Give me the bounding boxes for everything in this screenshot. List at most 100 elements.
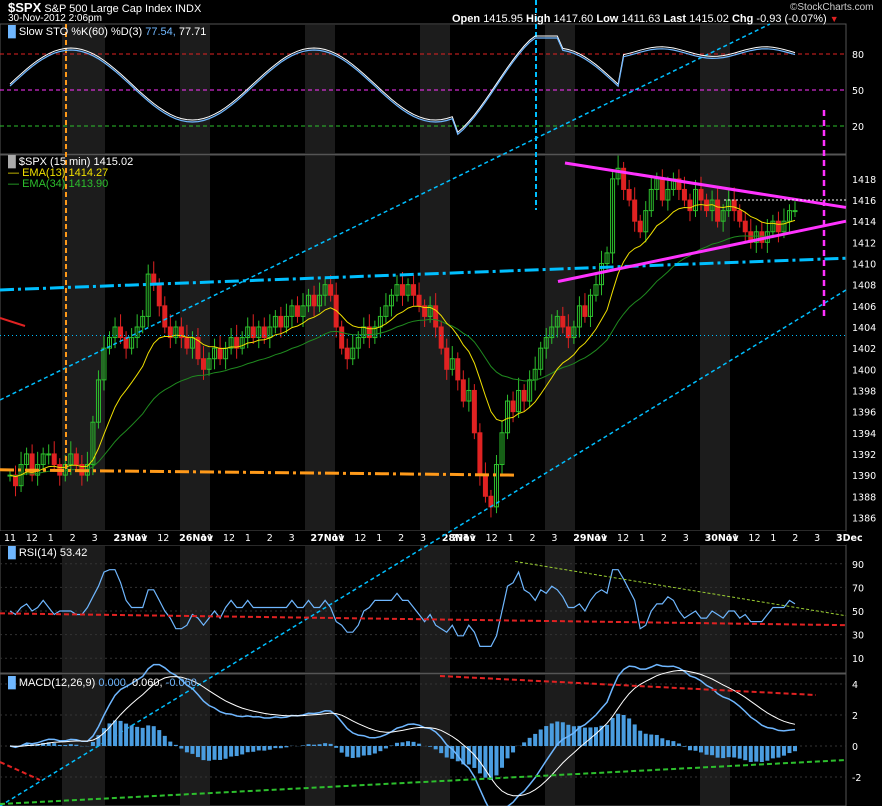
macd-hist-bar bbox=[367, 746, 372, 756]
candle-body bbox=[400, 284, 405, 296]
session-shade-macd bbox=[545, 675, 575, 805]
xaxis-label: 12 bbox=[486, 533, 498, 544]
macd-hist-bar bbox=[273, 746, 278, 749]
session-shade-stoch bbox=[62, 25, 105, 153]
macd-hist-bar bbox=[676, 743, 681, 746]
candle-body bbox=[46, 453, 52, 456]
macd-hist-bar bbox=[433, 746, 438, 750]
macd-hist-bar bbox=[500, 746, 505, 768]
candle-body bbox=[687, 199, 693, 212]
price-ytick: 1414 bbox=[852, 217, 876, 228]
session-shade-rsi bbox=[305, 546, 335, 672]
price-ytick: 1412 bbox=[852, 238, 876, 249]
price-ytick: 1392 bbox=[852, 450, 876, 461]
xaxis-label: 2 bbox=[70, 533, 76, 544]
xaxis-label: 12 bbox=[26, 533, 38, 544]
ema34-legend: — EMA(34) 1413.90 bbox=[8, 179, 133, 190]
rsi-level-label: 70 bbox=[852, 583, 864, 594]
macd-hist-bar bbox=[439, 746, 444, 754]
macd-level-label: 2 bbox=[852, 711, 858, 722]
session-shade-rsi bbox=[180, 546, 210, 672]
stoch-level-label: 50 bbox=[852, 86, 864, 97]
macd-hist-bar bbox=[406, 741, 411, 746]
candle-body bbox=[444, 347, 450, 370]
candle-body bbox=[294, 305, 300, 317]
macd-hist-bar bbox=[693, 746, 698, 751]
xaxis-label: 3Dec bbox=[836, 533, 863, 544]
macd-hist-bar bbox=[256, 746, 261, 751]
macd-hist-bar bbox=[428, 746, 433, 747]
stoch-legend: █ Slow STO %K(60) %D(3) 77.54, 77.71 bbox=[8, 26, 206, 38]
macd-hist-bar bbox=[538, 729, 543, 746]
macd-hist-bar bbox=[754, 746, 759, 762]
macd-label: MACD(12,26,9) bbox=[18, 677, 96, 689]
candle-body bbox=[200, 358, 206, 370]
macd-hist-bar bbox=[715, 746, 720, 758]
session-shade-stoch bbox=[180, 25, 210, 153]
candle-body bbox=[637, 220, 643, 233]
xaxis-label: 11 bbox=[201, 533, 213, 544]
xaxis-label: 12 bbox=[748, 533, 760, 544]
macd-hist-bar bbox=[721, 746, 726, 759]
rsi-label: RSI(14) bbox=[18, 547, 57, 559]
candle-body bbox=[510, 400, 516, 413]
xaxis-label: 1 bbox=[770, 533, 776, 544]
xaxis-label: 12 bbox=[354, 533, 366, 544]
xaxis-label: 3 bbox=[289, 533, 295, 544]
candle-body bbox=[344, 347, 350, 360]
candle-body bbox=[118, 326, 124, 339]
xaxis-label: 11 bbox=[332, 533, 344, 544]
rsi-value: 53.42 bbox=[59, 547, 88, 559]
macd-hist-bar bbox=[378, 746, 383, 752]
price-ytick: 1418 bbox=[852, 175, 876, 186]
price-ytick: 1404 bbox=[852, 323, 876, 334]
macd-hist-bar bbox=[162, 735, 167, 746]
price-legend: █ $SPX (15 min) 1415.02 — EMA(13) 1414.2… bbox=[8, 157, 133, 190]
macd-hist-bar bbox=[129, 725, 134, 746]
rsi-legend-icon: █ bbox=[8, 547, 16, 559]
watermark: ©StockCharts.com bbox=[790, 2, 874, 13]
macd-hist-bar bbox=[118, 720, 123, 746]
macd-hist-bar bbox=[781, 746, 786, 756]
macd-hist-bar bbox=[549, 723, 554, 746]
stoch-d: 77.71 bbox=[178, 26, 207, 38]
high-label: High bbox=[526, 13, 551, 25]
exchange: INDX bbox=[175, 3, 202, 15]
macd-hist-bar bbox=[665, 740, 670, 746]
price-ytick: 1386 bbox=[852, 513, 876, 524]
candle-body bbox=[460, 379, 466, 402]
macd-hist-bar bbox=[505, 746, 510, 759]
macd-hist-bar bbox=[135, 726, 140, 746]
xaxis-label: 3 bbox=[683, 533, 689, 544]
candle-body bbox=[51, 453, 57, 466]
macd-hist-bar bbox=[234, 746, 239, 757]
low-label: Low bbox=[596, 13, 619, 25]
macd-hist-bar bbox=[743, 746, 748, 761]
macd-hist-bar bbox=[223, 746, 228, 759]
candle-body bbox=[698, 188, 704, 201]
macd-hist-bar bbox=[124, 723, 129, 746]
macd-hist-bar bbox=[522, 742, 527, 746]
xaxis-label: 11 bbox=[595, 533, 607, 544]
macd-hist-bar bbox=[267, 746, 272, 750]
macd-hist-bar bbox=[168, 741, 173, 746]
macd-hist-bar bbox=[68, 744, 73, 746]
xaxis-annotation: ??? bbox=[452, 533, 469, 544]
macd-hist-bar bbox=[649, 734, 654, 746]
candle-body bbox=[250, 326, 256, 339]
macd-hist-bar bbox=[571, 726, 576, 746]
candle-body bbox=[411, 284, 417, 296]
candle-body bbox=[339, 326, 345, 349]
candle-body bbox=[162, 305, 168, 328]
macd-hist-bar bbox=[52, 743, 57, 746]
xaxis-label: 12 bbox=[157, 533, 169, 544]
macd-hist-bar bbox=[593, 727, 598, 746]
macd-hist-bar bbox=[74, 744, 79, 746]
price-ytick: 1400 bbox=[852, 365, 876, 376]
macd-level-label: -2 bbox=[852, 773, 861, 784]
candle-body bbox=[416, 294, 422, 307]
session-shade-price bbox=[545, 156, 575, 530]
macd-hist-bar bbox=[157, 730, 162, 746]
stoch-level-label: 20 bbox=[852, 122, 864, 133]
macd-hist-bar bbox=[151, 726, 156, 746]
